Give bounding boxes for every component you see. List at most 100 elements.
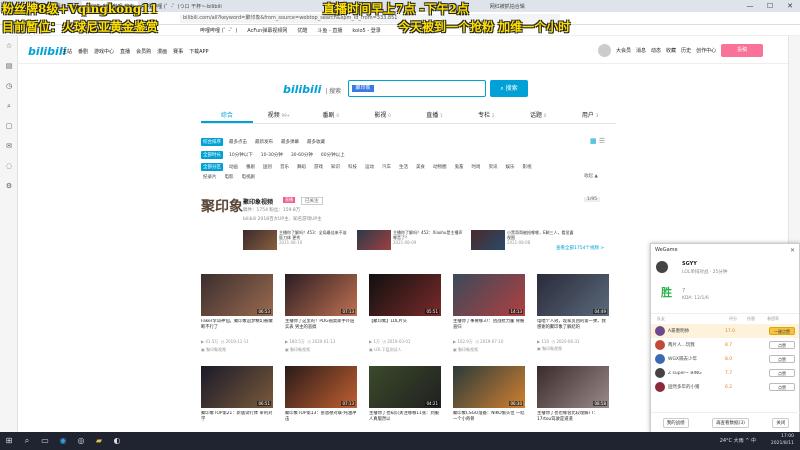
folder-icon[interactable]: ▰ xyxy=(90,432,108,450)
tab-user[interactable]: 用户 3 xyxy=(564,109,616,123)
video-title[interactable]: 主播你了也知识关注哪哪11张：到服人真版然以 xyxy=(369,411,441,429)
zone-option[interactable]: 美食 xyxy=(414,163,427,171)
follow-button[interactable]: 已关注 xyxy=(301,197,323,205)
clock-icon[interactable]: ◷ xyxy=(0,76,18,96)
zone-option[interactable]: 番剧 xyxy=(244,163,257,171)
app-icon[interactable]: ◎ xyxy=(72,432,90,450)
my-record-button[interactable]: 我的战绩 xyxy=(662,417,689,428)
zone-option[interactable]: 国创 xyxy=(261,163,274,171)
grid-view-icon[interactable]: ▦ xyxy=(590,137,597,145)
sort-option[interactable]: 最多收藏 xyxy=(305,138,327,146)
video-uploader[interactable]: ▣ 聚印象视频 xyxy=(537,346,609,352)
video-uploader[interactable]: ▣ LOL下层测试人 xyxy=(369,347,441,353)
close-button[interactable]: 关闭 xyxy=(772,417,790,428)
video-title[interactable]: 【聚印象】LOL片头 xyxy=(369,319,441,337)
sort-option[interactable]: 最新发布 xyxy=(253,138,275,146)
recent-video[interactable]: 主播你了解吗？452：Xiaohu是主播声哪音了？ 2021-08-09 xyxy=(357,230,463,250)
video-card[interactable]: 08:58 主播你了也也哪会比较理解TT：17rtou驾驶是道道 xyxy=(537,366,609,432)
creator-center-link[interactable]: 创作中心 xyxy=(696,47,716,54)
zone-option[interactable]: 知识 xyxy=(329,163,342,171)
sort-option[interactable]: 最多点击 xyxy=(227,138,249,146)
zone-option[interactable]: 资讯 xyxy=(487,163,500,171)
nav-download-app[interactable]: 下载APP xyxy=(189,48,208,55)
zone-option[interactable]: 娱乐 xyxy=(504,163,517,171)
zone-option[interactable]: 纪录片 xyxy=(201,173,219,181)
video-card[interactable]: 07:13 聚印象TOP第13：张恩德对联·纯油冲击 xyxy=(285,366,357,432)
video-uploader[interactable]: ▣ 聚印象视频 xyxy=(201,347,273,353)
tab-article[interactable]: 专栏 2 xyxy=(460,109,512,123)
star-icon[interactable]: ☆ xyxy=(0,36,18,56)
folder-icon[interactable]: ▢ xyxy=(0,116,18,136)
video-card[interactable]: 07:13 主播你了这里的！PDG丽莫斯手吓层实表 男主的恶搞 ▶ 180.5万 ◷… xyxy=(285,274,357,356)
like-button[interactable]: 点赞 xyxy=(769,369,795,377)
search-icon[interactable]: ⌕ xyxy=(18,432,36,450)
video-title[interactable]: 主播你了这里的！PDG丽莫斯手吓层实表 男主的恶搞 xyxy=(285,319,357,337)
zone-option[interactable]: 游戏 xyxy=(312,163,325,171)
view-all-videos-link[interactable]: 查看全部1754个视频 > xyxy=(556,245,604,251)
nav-game-center[interactable]: 游戏中心 xyxy=(94,48,114,55)
tab-video[interactable]: 视频 99+ xyxy=(253,109,305,123)
tab-live[interactable]: 直播 1 xyxy=(409,109,461,123)
avatar[interactable] xyxy=(598,44,611,57)
bookmark-item[interactable]: kolo5 - 登录 xyxy=(352,27,380,34)
zone-option[interactable]: 动画 xyxy=(227,163,240,171)
messages-link[interactable]: 消息 xyxy=(636,47,646,54)
tab-topic[interactable]: 话题 0 xyxy=(512,109,564,123)
nav-anime[interactable]: 番剧 xyxy=(78,48,88,55)
task-view-icon[interactable]: ▭ xyxy=(36,432,54,450)
video-title[interactable]: 聚印象CSGO准备：NIKO偷头位 一结一个小奇骨 xyxy=(453,411,525,429)
duration-option[interactable]: 全部时长 xyxy=(201,151,223,159)
zone-option[interactable]: 音乐 xyxy=(278,163,291,171)
chat-icon[interactable]: ◌ xyxy=(0,156,18,176)
zone-option[interactable]: 舞蹈 xyxy=(295,163,308,171)
up-pager[interactable]: 1/95 xyxy=(584,197,601,202)
vip-link[interactable]: 大会员 xyxy=(616,47,631,54)
system-tray[interactable]: 24°C 大雨 ^ 中 xyxy=(720,432,756,450)
bookmark-item[interactable]: 优酷 xyxy=(297,27,307,34)
video-title[interactable]: 电唱个人效，现家贯团的第一弹，我感谢的聚印象了解结的 xyxy=(537,319,609,337)
dynamics-link[interactable]: 动态 xyxy=(651,47,661,54)
zone-option[interactable]: 全部分区 xyxy=(201,163,223,171)
windows-start-icon[interactable]: ⊞ xyxy=(0,432,18,450)
zone-option[interactable]: 运动 xyxy=(363,163,376,171)
video-uploader[interactable]: ▣ 聚印象视频 xyxy=(453,347,525,353)
clock[interactable]: 17:00 2021/8/11 xyxy=(771,433,794,447)
zone-option[interactable]: 影视 xyxy=(521,163,534,171)
duration-option[interactable]: 30-60分钟 xyxy=(289,151,315,159)
video-uploader[interactable]: ▣ 聚印象视频 xyxy=(285,347,357,353)
zone-option[interactable]: 时尚 xyxy=(470,163,483,171)
zone-option[interactable]: 鬼畜 xyxy=(453,163,466,171)
favorites-link[interactable]: 收藏 xyxy=(666,47,676,54)
minimize-button[interactable]: — xyxy=(740,0,760,12)
bilibili-logo[interactable]: bilibili xyxy=(28,45,66,58)
tab-bangumi[interactable]: 番剧 0 xyxy=(305,109,357,123)
upload-button[interactable]: 投稿 xyxy=(721,44,764,57)
search-icon[interactable]: ⌕ xyxy=(0,96,18,116)
video-card[interactable]: 04:49 电唱个人效，现家贯团的第一弹，我感谢的聚印象了解结的 ▶ 110 ◷ 2… xyxy=(537,274,609,356)
tab-movie[interactable]: 影视 0 xyxy=(357,109,409,123)
browser-tab[interactable]: 网红被抓拍合辑 xyxy=(486,1,529,12)
zone-option[interactable]: 电视剧 xyxy=(240,173,258,181)
close-window-button[interactable]: ✕ xyxy=(780,0,800,12)
sort-option[interactable]: 最多弹幕 xyxy=(279,138,301,146)
list-view-icon[interactable]: ☰ xyxy=(599,137,605,145)
nav-home[interactable]: 主站 xyxy=(62,48,72,55)
nav-esports[interactable]: 赛事 xyxy=(173,48,183,55)
search-button[interactable]: ⌕ 搜索 xyxy=(490,80,528,97)
video-card[interactable]: 06:30 聚印象CSGO准备：NIKO偷头位 一结一个小奇骨 xyxy=(453,366,525,432)
close-icon[interactable]: ✕ xyxy=(790,247,795,254)
nav-manga[interactable]: 漫画 xyxy=(157,48,167,55)
video-title[interactable]: 主播你了事要哪37：团战抗力量 骨骼直归 xyxy=(453,319,525,337)
collapse-filters-button[interactable]: 收起 ▲ xyxy=(584,173,598,179)
browser-icon[interactable]: ◉ xyxy=(54,432,72,450)
video-title[interactable]: Faker李哥神仙，聚印象追梦精幻被嫩断不行了 xyxy=(201,319,273,337)
video-title[interactable]: 聚印象TOP第13：张恩德对联·纯油冲击 xyxy=(285,411,357,429)
video-title[interactable]: 聚印象TOP第21：新版试行体 审利对学 xyxy=(201,411,273,429)
bookmark-item[interactable]: AcFun弹幕视频网 xyxy=(247,27,287,34)
app-icon[interactable]: ◐ xyxy=(108,432,126,450)
view-data-button[interactable]: 再查看数据(3) xyxy=(712,417,749,428)
mail-icon[interactable]: ✉ xyxy=(0,136,18,156)
like-button[interactable]: 点赞 xyxy=(769,341,795,349)
book-icon[interactable]: ▤ xyxy=(0,56,18,76)
duration-option[interactable]: 10-30分钟 xyxy=(259,151,285,159)
